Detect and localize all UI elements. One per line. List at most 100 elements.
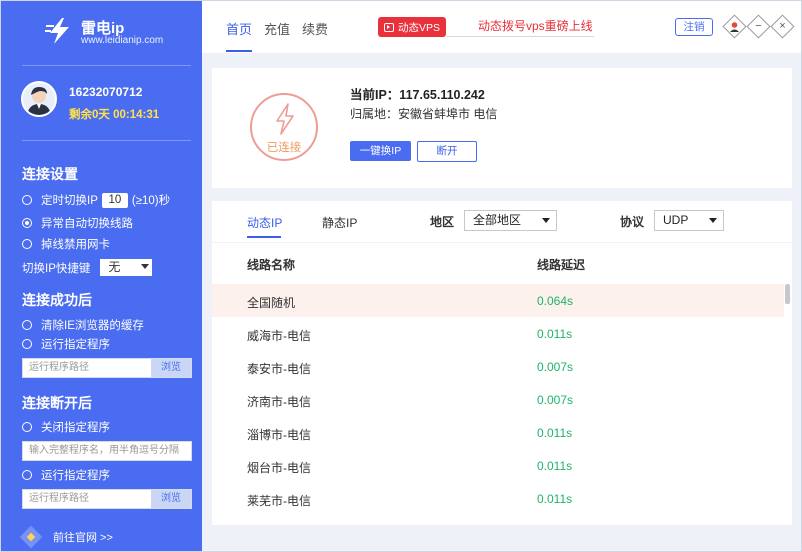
divider: [22, 65, 191, 66]
line-list: 全国随机 0.064s 威海市-电信 0.011s 泰安市-电信 0.007s …: [212, 284, 784, 515]
tab-recharge[interactable]: 充值: [264, 19, 290, 38]
list-item[interactable]: 威海市-电信 0.011s: [212, 317, 784, 350]
line-latency: 0.011s: [537, 459, 573, 473]
app-window: 雷电ip www.leidianip.com 16232070712 剩余0天 …: [0, 0, 802, 552]
close-program-label: 关闭指定程序: [41, 422, 110, 434]
list-header: 线路名称 线路延迟: [212, 242, 792, 283]
tab-dynamic-ip[interactable]: 动态IP: [247, 214, 282, 231]
hotkey-value: 无: [108, 260, 121, 274]
line-name: 泰安市-电信: [247, 362, 311, 376]
logo: 雷电ip www.leidianip.com: [45, 15, 185, 49]
logout-button[interactable]: 注销: [675, 18, 713, 36]
hotkey-option: 切换IP快捷键 无: [22, 259, 153, 276]
lightning-logo-icon: [45, 18, 69, 44]
sidebar: 雷电ip www.leidianip.com 16232070712 剩余0天 …: [1, 1, 202, 551]
line-latency: 0.011s: [537, 426, 573, 440]
list-item[interactable]: 淄博市-电信 0.011s: [212, 416, 784, 449]
main-panel: 首页 充值 续费 动态VPS 动态拨号vps重磅上线 注销 − × 已连接 当前…: [202, 1, 801, 551]
line-name: 威海市-电信: [247, 329, 311, 343]
disconnect-browse-button[interactable]: 浏览: [151, 490, 191, 508]
disconnect-button[interactable]: 断开: [417, 141, 477, 162]
list-item[interactable]: 泰安市-电信 0.007s: [212, 350, 784, 383]
column-header-latency: 线路延迟: [537, 258, 586, 272]
chevron-down-icon: [542, 218, 550, 223]
list-scrollbar[interactable]: [785, 284, 790, 304]
close-program-names-input[interactable]: 输入完整程序名，用半角逗号分隔: [23, 442, 191, 460]
announcement-marquee[interactable]: 动态拨号vps重磅上线: [446, 16, 594, 37]
clear-cache-label: 清除IE浏览器的缓存: [41, 320, 144, 332]
connection-state: 已连接: [266, 142, 302, 154]
disable-nic-option[interactable]: 掉线禁用网卡: [22, 236, 110, 252]
auto-switch-label: 异常自动切换线路: [41, 218, 133, 230]
connection-status-indicator: 已连接: [250, 93, 318, 161]
filter-tab-indicator: [247, 236, 281, 238]
tab-static-ip[interactable]: 静态IP: [322, 214, 357, 231]
ip-location: 归属地：安徽省蚌埠市 电信: [350, 107, 498, 121]
avatar: [21, 81, 57, 117]
disable-nic-radio[interactable]: [22, 239, 32, 249]
connect-program-path: 运行程序路径 浏览: [22, 358, 192, 378]
clear-cache-radio[interactable]: [22, 320, 32, 330]
auto-switch-option[interactable]: 异常自动切换线路: [22, 215, 133, 231]
official-site-link[interactable]: 前往官网 >>: [19, 525, 113, 549]
diamond-icon: [19, 525, 43, 549]
after-disconnect-title: 连接断开后: [22, 395, 92, 411]
hotkey-select[interactable]: 无: [100, 259, 153, 276]
line-name: 莱芜市-电信: [247, 494, 311, 508]
minimize-button[interactable]: −: [746, 14, 771, 39]
run-program-connect-radio[interactable]: [22, 339, 32, 349]
current-ip: 当前IP：117.65.110.242: [350, 88, 485, 102]
user-icon: [727, 19, 742, 34]
user-avatar-icon: [27, 87, 51, 115]
tab-home[interactable]: 首页: [226, 19, 252, 38]
dynamic-vps-button[interactable]: 动态VPS: [378, 17, 446, 37]
timed-switch-seconds-input[interactable]: 10: [101, 192, 128, 208]
region-value: 全部地区: [473, 213, 522, 227]
protocol-value: UDP: [663, 213, 689, 227]
close-program-option[interactable]: 关闭指定程序: [22, 419, 110, 435]
disconnect-program-path-input[interactable]: 运行程序路径: [23, 490, 151, 508]
close-program-names: 输入完整程序名，用半角逗号分隔: [22, 441, 192, 461]
after-connect-title: 连接成功后: [22, 292, 92, 308]
top-bar: 首页 充值 续费 动态VPS 动态拨号vps重磅上线 注销 − ×: [202, 1, 801, 53]
line-latency: 0.064s: [537, 294, 574, 308]
user-info: 16232070712 剩余0天 00:14:31: [21, 81, 191, 121]
chevron-down-icon: [709, 218, 717, 223]
logo-url: www.leidianip.com: [81, 35, 164, 46]
switch-ip-button[interactable]: 一键换IP: [350, 141, 411, 161]
line-list-card: 动态IP 静态IP 地区 全部地区 协议 UDP 线路名称 线路延迟 全国随机 …: [212, 201, 792, 525]
close-program-radio[interactable]: [22, 422, 32, 432]
user-menu-button[interactable]: [722, 14, 747, 39]
protocol-select[interactable]: UDP: [654, 210, 724, 231]
timed-switch-radio[interactable]: [22, 195, 32, 205]
line-name: 烟台市-电信: [247, 461, 311, 475]
connection-status-card: 已连接 当前IP：117.65.110.242 归属地：安徽省蚌埠市 电信 一键…: [212, 68, 792, 188]
lightning-icon: [276, 103, 294, 135]
list-item[interactable]: 烟台市-电信 0.011s: [212, 449, 784, 482]
list-item[interactable]: 济南市-电信 0.007s: [212, 383, 784, 416]
dynamic-vps-label: 动态VPS: [398, 21, 441, 34]
connect-program-path-input[interactable]: 运行程序路径: [23, 359, 151, 377]
timed-switch-option[interactable]: 定时切换IP 10 (≥10)秒: [22, 192, 170, 208]
tab-renew[interactable]: 续费: [302, 19, 328, 38]
run-program-disconnect-radio[interactable]: [22, 470, 32, 480]
region-select[interactable]: 全部地区: [464, 210, 557, 231]
run-program-connect-label: 运行指定程序: [41, 339, 110, 351]
timed-switch-suffix: (≥10)秒: [131, 195, 171, 207]
run-program-connect-option[interactable]: 运行指定程序: [22, 336, 110, 352]
close-icon: ×: [779, 20, 786, 32]
connect-browse-button[interactable]: 浏览: [151, 359, 191, 377]
list-item[interactable]: 全国随机 0.064s: [212, 284, 784, 317]
line-latency: 0.007s: [537, 360, 574, 374]
list-item[interactable]: 莱芜市-电信 0.011s: [212, 482, 784, 515]
chevron-down-icon: [141, 264, 150, 269]
line-latency: 0.007s: [537, 393, 574, 407]
disable-nic-label: 掉线禁用网卡: [41, 239, 110, 251]
run-program-disconnect-option[interactable]: 运行指定程序: [22, 467, 110, 483]
line-latency: 0.011s: [537, 327, 573, 341]
auto-switch-radio[interactable]: [22, 218, 32, 228]
clear-cache-option[interactable]: 清除IE浏览器的缓存: [22, 317, 144, 333]
minimize-icon: −: [755, 20, 762, 32]
line-name: 全国随机: [247, 296, 296, 310]
close-button[interactable]: ×: [770, 14, 795, 39]
